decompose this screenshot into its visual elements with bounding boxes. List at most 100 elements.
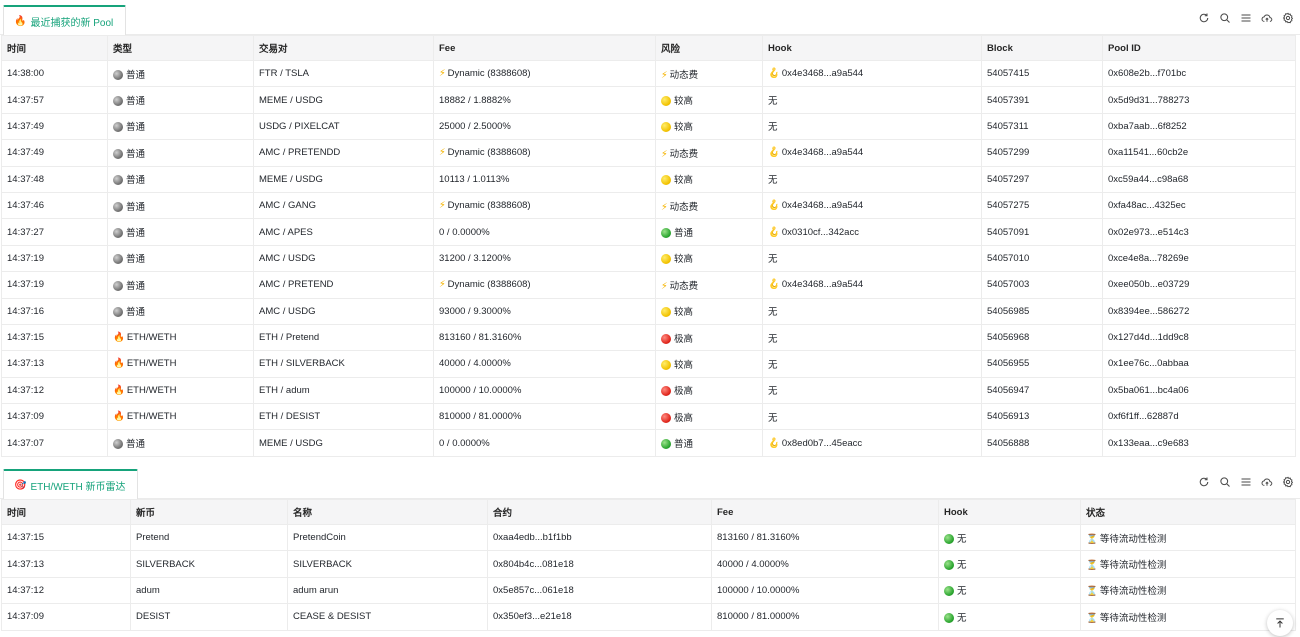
table-row[interactable]: 14:37:19 普通 AMC / USDG 31200 / 3.1200% 较高 无 54…: [1, 244, 1296, 273]
menu-icon[interactable]: [1240, 12, 1252, 24]
fee-cell-text: Dynamic (8388608): [447, 200, 531, 212]
column-header-text: Hook: [944, 506, 968, 518]
search-icon[interactable]: [1219, 476, 1231, 488]
column-header[interactable]: 时间: [1, 35, 108, 61]
settings-icon[interactable]: [1282, 12, 1294, 24]
type-cell-text: 普通: [126, 69, 146, 81]
table-row[interactable]: 14:37:49 普通 AMC / PRETENDD ⚡ Dynamic (838860…: [1, 139, 1296, 167]
type-cell-text: 普通: [126, 175, 146, 187]
token-cell-text: adum: [136, 584, 160, 596]
tab-label: ETH/WETH 新币雷达: [30, 481, 126, 493]
fee-cell: ⚡ Dynamic (8388608): [433, 59, 656, 88]
table-row[interactable]: 14:37:49 普通 USDG / PIXELCAT 25000 / 2.5000%…: [1, 112, 1296, 141]
name-cell: SILVERBACK: [287, 550, 488, 578]
risk-cell: ⚡ 动态费: [655, 59, 763, 88]
type-cell-text: 普通: [126, 96, 146, 108]
block-cell: 54057391: [981, 86, 1103, 114]
column-header[interactable]: Hook: [762, 35, 982, 61]
table-row[interactable]: 14:37:16 普通 AMC / USDG 93000 / 9.3000% 较高 无 54…: [1, 297, 1296, 325]
table-row[interactable]: 14:37:13 🔥 ETH/WETH ETH / SILVERBACK 40000 /…: [1, 350, 1296, 378]
name-cell: CEASE & DESIST: [287, 603, 488, 631]
risk-cell: ⚡ 动态费: [655, 139, 763, 167]
column-header[interactable]: 状态: [1080, 499, 1296, 525]
column-header[interactable]: Fee: [711, 499, 939, 525]
table-row[interactable]: 14:37:12 adum adum arun 0x5e857c...061e18 10…: [1, 576, 1296, 605]
table-row[interactable]: 14:37:07 普通 MEME / USDG 0 / 0.0000% 普通 🪝 0x8ed…: [1, 429, 1296, 457]
hook-cell-text: 无: [957, 586, 967, 598]
token-cell: DESIST: [130, 603, 288, 631]
token-cell: SILVERBACK: [130, 550, 288, 578]
column-header[interactable]: 交易对: [253, 35, 434, 61]
fee-cell-text: Dynamic (8388608): [447, 147, 531, 159]
table-row[interactable]: 14:37:12 🔥 ETH/WETH ETH / adum 100000 / 10.0…: [1, 376, 1296, 405]
fee-cell: 100000 / 10.0000%: [711, 576, 939, 605]
hook-cell: 🪝 0x8ed0b7...45eacc: [762, 429, 982, 457]
name-cell-text: CEASE & DESIST: [293, 611, 372, 623]
table-row[interactable]: 14:37:46 普通 AMC / GANG ⚡ Dynamic (8388608) ⚡ 动…: [1, 191, 1296, 220]
grey-circle-icon: [113, 69, 123, 80]
column-header[interactable]: 新币: [130, 499, 288, 525]
table-row[interactable]: 14:37:48 普通 MEME / USDG 10113 / 1.0113% 较高 无 5…: [1, 165, 1296, 193]
tab-eth-radar[interactable]: 🎯 ETH/WETH 新币雷达: [3, 469, 139, 499]
table-row[interactable]: 14:37:13 SILVERBACK SILVERBACK 0x804b4c...0…: [1, 550, 1296, 578]
column-header[interactable]: 类型: [107, 35, 254, 61]
fee-cell-text: 25000 / 2.5000%: [439, 120, 511, 132]
refresh-icon[interactable]: [1198, 12, 1210, 24]
block-cell: 54057297: [981, 165, 1103, 193]
type-cell: 普通: [107, 297, 254, 325]
pool-id-cell: 0x1ee76c...0abbaa: [1102, 350, 1296, 378]
risk-cell: 较高: [655, 244, 763, 273]
pool-id-cell: 0x608e2b...f701bc: [1102, 59, 1296, 88]
column-header[interactable]: Fee: [433, 35, 656, 61]
cloud-upload-icon[interactable]: [1261, 12, 1273, 24]
table-row[interactable]: 14:37:27 普通 AMC / APES 0 / 0.0000% 普通 🪝 0x0310…: [1, 218, 1296, 246]
hook-cell: 无: [762, 403, 982, 431]
time-cell-text: 14:37:49: [7, 147, 44, 159]
block-cell: 54057275: [981, 191, 1103, 220]
column-header[interactable]: 时间: [1, 499, 131, 525]
column-header[interactable]: 名称: [287, 499, 488, 525]
status-cell: ⏳ 等待流动性检测: [1080, 603, 1296, 631]
recent-pools-panel: 🔥 最近捕获的新 Pool 时间 类型 交易对 Fee 风险 Hook Block Pool …: [0, 4, 1300, 457]
pool-id-cell-text: 0x608e2b...f701bc: [1108, 68, 1187, 80]
hook-cell: 🪝 0x4e3468...a9a544: [762, 271, 982, 299]
settings-icon[interactable]: [1282, 476, 1294, 488]
type-cell-text: 普通: [126, 280, 146, 292]
table-row[interactable]: 14:38:00 普通 FTR / TSLA ⚡ Dynamic (8388608) ⚡ 动…: [1, 59, 1296, 88]
block-cell: 54057415: [981, 59, 1103, 88]
table-row[interactable]: 14:37:15 Pretend PretendCoin 0xaa4edb...b1f…: [1, 523, 1296, 552]
column-header[interactable]: Hook: [938, 499, 1081, 525]
cloud-upload-icon[interactable]: [1261, 476, 1273, 488]
table-row[interactable]: 14:37:57 普通 MEME / USDG 18882 / 1.8882% 较高 无 5…: [1, 86, 1296, 114]
pair-cell: MEME / USDG: [253, 86, 434, 114]
pair-cell-text: ETH / DESIST: [259, 411, 321, 423]
search-icon[interactable]: [1219, 12, 1231, 24]
pool-id-cell-text: 0xce4e8a...78269e: [1108, 252, 1189, 264]
grey-circle-icon: [113, 280, 123, 291]
grey-circle-icon: [113, 228, 123, 239]
table-row[interactable]: 14:37:09 🔥 ETH/WETH ETH / DESIST 810000 / 81…: [1, 403, 1296, 431]
type-cell: 普通: [107, 271, 254, 299]
menu-icon[interactable]: [1240, 476, 1252, 488]
pool-id-cell-text: 0x127d4d...1dd9c8: [1108, 332, 1189, 344]
column-header[interactable]: 风险: [655, 35, 763, 61]
table-row[interactable]: 14:37:09 DESIST CEASE & DESIST 0x350ef3...e…: [1, 603, 1296, 631]
fee-cell-text: 40000 / 4.0000%: [439, 358, 511, 370]
type-cell-text: 普通: [126, 228, 146, 240]
pair-cell-text: ETH / Pretend: [259, 332, 320, 344]
pool-id-cell-text: 0x1ee76c...0abbaa: [1108, 358, 1189, 370]
column-header[interactable]: 合约: [487, 499, 712, 525]
pool-id-cell-text: 0xba7aab...6f8252: [1108, 120, 1187, 132]
tab-recent-pools[interactable]: 🔥 最近捕获的新 Pool: [3, 5, 127, 35]
green-circle-icon: [661, 439, 671, 450]
pair-cell-text: MEME / USDG: [259, 173, 323, 185]
column-header[interactable]: Block: [981, 35, 1103, 61]
type-cell: 🔥 ETH/WETH: [107, 323, 254, 352]
column-header[interactable]: Pool ID: [1102, 35, 1296, 61]
hook-cell-text: 0x4e3468...a9a544: [781, 200, 864, 212]
table-row[interactable]: 14:37:19 普通 AMC / PRETEND ⚡ Dynamic (8388608…: [1, 271, 1296, 299]
fee-cell-text: 0 / 0.0000%: [439, 437, 490, 449]
back-to-top-button[interactable]: [1267, 610, 1293, 636]
table-row[interactable]: 14:37:15 🔥 ETH/WETH ETH / Pretend 813160 / 8…: [1, 323, 1296, 352]
refresh-icon[interactable]: [1198, 476, 1210, 488]
